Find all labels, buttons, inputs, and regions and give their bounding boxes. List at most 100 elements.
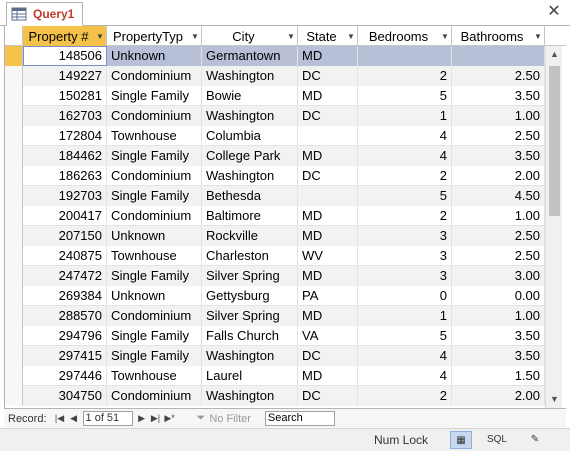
cell-property-type[interactable]: Condominium	[107, 66, 202, 86]
row-selector[interactable]	[5, 246, 23, 266]
scroll-thumb[interactable]	[549, 66, 560, 216]
cell-bedrooms[interactable]: 5	[358, 326, 452, 346]
cell-bedrooms[interactable]: 3	[358, 246, 452, 266]
dropdown-arrow-icon[interactable]: ▼	[94, 32, 106, 41]
cell-property-type[interactable]: Single Family	[107, 86, 202, 106]
row-selector[interactable]	[5, 46, 23, 66]
cell-bedrooms[interactable]: 4	[358, 126, 452, 146]
cell-city[interactable]: Washington	[202, 346, 298, 366]
cell-property-number[interactable]: 172804	[23, 126, 107, 146]
sql-view-button[interactable]: SQL	[486, 431, 508, 449]
row-selector[interactable]	[5, 386, 23, 406]
cell-bathrooms[interactable]: 2.50	[452, 246, 545, 266]
table-row[interactable]: 247472 Single Family Silver Spring MD 3 3.00	[5, 266, 545, 286]
row-selector[interactable]	[5, 366, 23, 386]
cell-state[interactable]: MD	[298, 366, 358, 386]
cell-city[interactable]: Rockville	[202, 226, 298, 246]
cell-bathrooms[interactable]: 4.50	[452, 186, 545, 206]
column-header-property-type[interactable]: PropertyTyp ▼	[107, 26, 202, 46]
row-selector[interactable]	[5, 286, 23, 306]
cell-bedrooms[interactable]: 1	[358, 306, 452, 326]
cell-property-type[interactable]: Condominium	[107, 306, 202, 326]
cell-property-number[interactable]: 294796	[23, 326, 107, 346]
cell-bedrooms[interactable]: 3	[358, 266, 452, 286]
cell-bedrooms[interactable]: 3	[358, 226, 452, 246]
cell-property-number[interactable]: 207150	[23, 226, 107, 246]
cell-property-number[interactable]: 184462	[23, 146, 107, 166]
cell-state[interactable]: MD	[298, 206, 358, 226]
cell-property-number[interactable]: 149227	[23, 66, 107, 86]
column-header-property-number[interactable]: Property # ▼	[23, 26, 107, 46]
cell-property-type[interactable]: Single Family	[107, 326, 202, 346]
cell-property-number[interactable]: 186263	[23, 166, 107, 186]
cell-city[interactable]: Baltimore	[202, 206, 298, 226]
row-selector[interactable]	[5, 86, 23, 106]
cell-property-type[interactable]: Townhouse	[107, 126, 202, 146]
cell-city[interactable]: Washington	[202, 66, 298, 86]
dropdown-arrow-icon[interactable]: ▼	[285, 32, 297, 41]
cell-state[interactable]: MD	[298, 306, 358, 326]
last-record-icon[interactable]: ▶|	[149, 413, 163, 424]
cell-state[interactable]	[298, 186, 358, 206]
cell-bathrooms[interactable]: 1.50	[452, 366, 545, 386]
no-filter-button[interactable]: ⏷ No Filter	[197, 412, 251, 425]
cell-property-type[interactable]: Condominium	[107, 106, 202, 126]
cell-property-number[interactable]: 240875	[23, 246, 107, 266]
cell-property-type[interactable]: Townhouse	[107, 366, 202, 386]
cell-city[interactable]: Washington	[202, 166, 298, 186]
table-row[interactable]: 294796 Single Family Falls Church VA 5 3.50	[5, 326, 545, 346]
cell-city[interactable]: College Park	[202, 146, 298, 166]
table-row[interactable]: 304750 Condominium Washington DC 2 2.00	[5, 386, 545, 406]
row-selector[interactable]	[5, 186, 23, 206]
cell-city[interactable]: Gettysburg	[202, 286, 298, 306]
cell-state[interactable]: DC	[298, 66, 358, 86]
table-row[interactable]: 207150 Unknown Rockville MD 3 2.50	[5, 226, 545, 246]
cell-state[interactable]: MD	[298, 146, 358, 166]
cell-bedrooms[interactable]: 5	[358, 186, 452, 206]
row-selector[interactable]	[5, 346, 23, 366]
query-tab[interactable]: Query1	[6, 2, 84, 26]
cell-bathrooms[interactable]: 3.50	[452, 346, 545, 366]
cell-property-type[interactable]: Unknown	[107, 286, 202, 306]
cell-property-type[interactable]: Townhouse	[107, 246, 202, 266]
cell-property-number[interactable]: 200417	[23, 206, 107, 226]
cell-property-type[interactable]: Single Family	[107, 346, 202, 366]
cell-property-type[interactable]: Single Family	[107, 266, 202, 286]
design-view-icon[interactable]: ✎	[524, 431, 546, 449]
table-row[interactable]: 184462 Single Family College Park MD 4 3.50	[5, 146, 545, 166]
cell-state[interactable]: DC	[298, 386, 358, 406]
scroll-up-icon[interactable]: ▲	[546, 46, 563, 63]
cell-property-type[interactable]: Unknown	[107, 226, 202, 246]
cell-property-number[interactable]: 150281	[23, 86, 107, 106]
cell-bathrooms[interactable]: 3.00	[452, 266, 545, 286]
cell-property-number[interactable]: 148506	[23, 46, 107, 66]
cell-bedrooms[interactable]: 4	[358, 346, 452, 366]
cell-property-number[interactable]: 162703	[23, 106, 107, 126]
cell-property-number[interactable]: 269384	[23, 286, 107, 306]
vertical-scrollbar[interactable]: ▲ ▼	[545, 46, 562, 408]
cell-property-type[interactable]: Condominium	[107, 166, 202, 186]
row-selector[interactable]	[5, 326, 23, 346]
dropdown-arrow-icon[interactable]: ▼	[189, 32, 201, 41]
record-position-input[interactable]: 1 of 51	[82, 411, 133, 426]
cell-state[interactable]: MD	[298, 266, 358, 286]
cell-property-number[interactable]: 297415	[23, 346, 107, 366]
cell-bathrooms[interactable]: 2.00	[452, 166, 545, 186]
select-all-corner[interactable]	[5, 26, 23, 46]
cell-bedrooms[interactable]: 2	[358, 166, 452, 186]
cell-bedrooms[interactable]: 1	[358, 106, 452, 126]
cell-state[interactable]: DC	[298, 346, 358, 366]
table-row[interactable]: 269384 Unknown Gettysburg PA 0 0.00	[5, 286, 545, 306]
cell-bathrooms[interactable]: 2.00	[452, 386, 545, 406]
cell-bedrooms[interactable]: 2	[358, 66, 452, 86]
cell-city[interactable]: Germantown	[202, 46, 298, 66]
cell-city[interactable]: Washington	[202, 106, 298, 126]
cell-bathrooms[interactable]: 2.50	[452, 66, 545, 86]
datasheet-view-icon[interactable]: ▦	[450, 431, 472, 449]
cell-state[interactable]: MD	[298, 86, 358, 106]
column-header-state[interactable]: State ▼	[298, 26, 358, 46]
row-selector[interactable]	[5, 146, 23, 166]
cell-state[interactable]: VA	[298, 326, 358, 346]
cell-bathrooms[interactable]: 1.00	[452, 106, 545, 126]
table-row[interactable]: 200417 Condominium Baltimore MD 2 1.00	[5, 206, 545, 226]
